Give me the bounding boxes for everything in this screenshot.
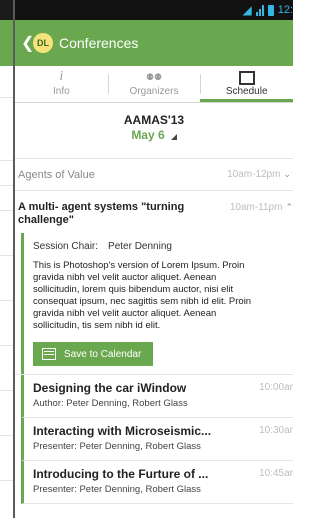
app-logo[interactable]: DL [33,33,53,53]
talk-people: Presenter: Peter Denning, Robert Glass [33,441,201,452]
app-title: Conferences [59,35,139,51]
previous-app-bar [0,20,13,66]
session-title: A multi- agent systems "turning challeng… [18,201,185,226]
back-icon[interactable]: ❮ [21,33,34,53]
session-description: This is Photoshop's version of Lorem Ips… [33,260,252,331]
talk-title: Interacting with Microseismic... [33,424,212,438]
date-selector[interactable]: May 6 [15,128,293,142]
previous-divider [0,345,13,346]
session-header[interactable]: A multi- agent systems "turning challeng… [15,191,293,233]
track-time: 10am-12pm ⌄ [227,169,291,180]
dropdown-caret-icon [170,134,177,140]
previous-divider [0,480,13,481]
chevron-down-icon: ⌄ [283,169,291,179]
conference-header: AAMAS'13 May 6 [15,103,293,159]
people-icon: ⚉⚉ [145,72,163,82]
previous-divider [0,210,13,211]
talk-title: Designing the car iWindow [33,381,187,395]
session-chair-label: Session Chair: [33,241,99,252]
save-to-calendar-label: Save to Calendar [64,348,142,360]
battery-icon [267,4,274,16]
track-name: Agents of Value [18,168,95,181]
previous-divider [0,97,13,98]
session-chair: Session Chair: Peter Denning [33,241,287,252]
tab-organizers[interactable]: ⚉⚉ Organizers [107,66,201,102]
save-to-calendar-button[interactable]: Save to Calendar [33,342,153,366]
info-icon: i [59,69,64,84]
previous-divider [0,435,13,436]
conference-date: May 6 [131,128,165,142]
app-bar: ❮ DL Conferences [15,20,293,66]
talk-time: 10:00ar [259,382,293,393]
talk-people: Presenter: Peter Denning, Robert Glass [33,484,201,495]
talk-item[interactable]: Designing the car iWindow Author: Peter … [21,375,293,418]
phone-screen: ◢ 12: ❮ DL Conferences i Info ⚉⚉ Organiz… [15,0,293,518]
schedule-icon [200,68,293,86]
session-chair-name: Peter Denning [108,241,172,252]
status-icons: ◢ 12: [242,3,293,17]
previous-status-bar [0,0,13,20]
track-row[interactable]: Agents of Value 10am-12pm ⌄ [15,159,293,191]
conference-name: AAMAS'13 [123,113,185,127]
session-expanded: A multi- agent systems "turning challeng… [15,191,293,375]
talk-item[interactable]: Interacting with Microseismic... Present… [21,418,293,461]
previous-screen-strip [0,0,15,518]
previous-divider [0,160,13,161]
wifi-icon: ◢ [242,3,252,17]
talk-time: 10:45ar [259,468,293,479]
status-bar: ◢ 12: [15,0,293,20]
previous-divider [0,390,13,391]
chevron-up-icon: ⌃ [285,202,293,212]
tab-organizers-label: Organizers [129,86,179,97]
session-details: Session Chair: Peter Denning This is Phot… [21,233,293,374]
tab-schedule-label: Schedule [225,86,268,97]
calendar-icon [42,348,56,360]
signal-icon [255,4,264,16]
tab-info[interactable]: i Info [15,66,108,102]
talk-title: Introducing to the Furture of ... [33,467,209,481]
talk-people: Author: Peter Denning, Robert Glass [33,398,188,409]
talk-time: 10:30ar [259,425,293,436]
tab-info-label: Info [52,86,70,97]
tab-bar: i Info ⚉⚉ Organizers Schedule [15,66,293,103]
status-time: 12: [277,4,293,16]
session-time: 10am-11pm ⌃ [229,202,293,213]
tab-schedule[interactable]: Schedule [200,66,293,102]
previous-divider [0,185,13,186]
previous-divider [0,255,13,256]
talk-item[interactable]: Introducing to the Furture of ... Presen… [21,461,293,504]
previous-divider [0,300,13,301]
